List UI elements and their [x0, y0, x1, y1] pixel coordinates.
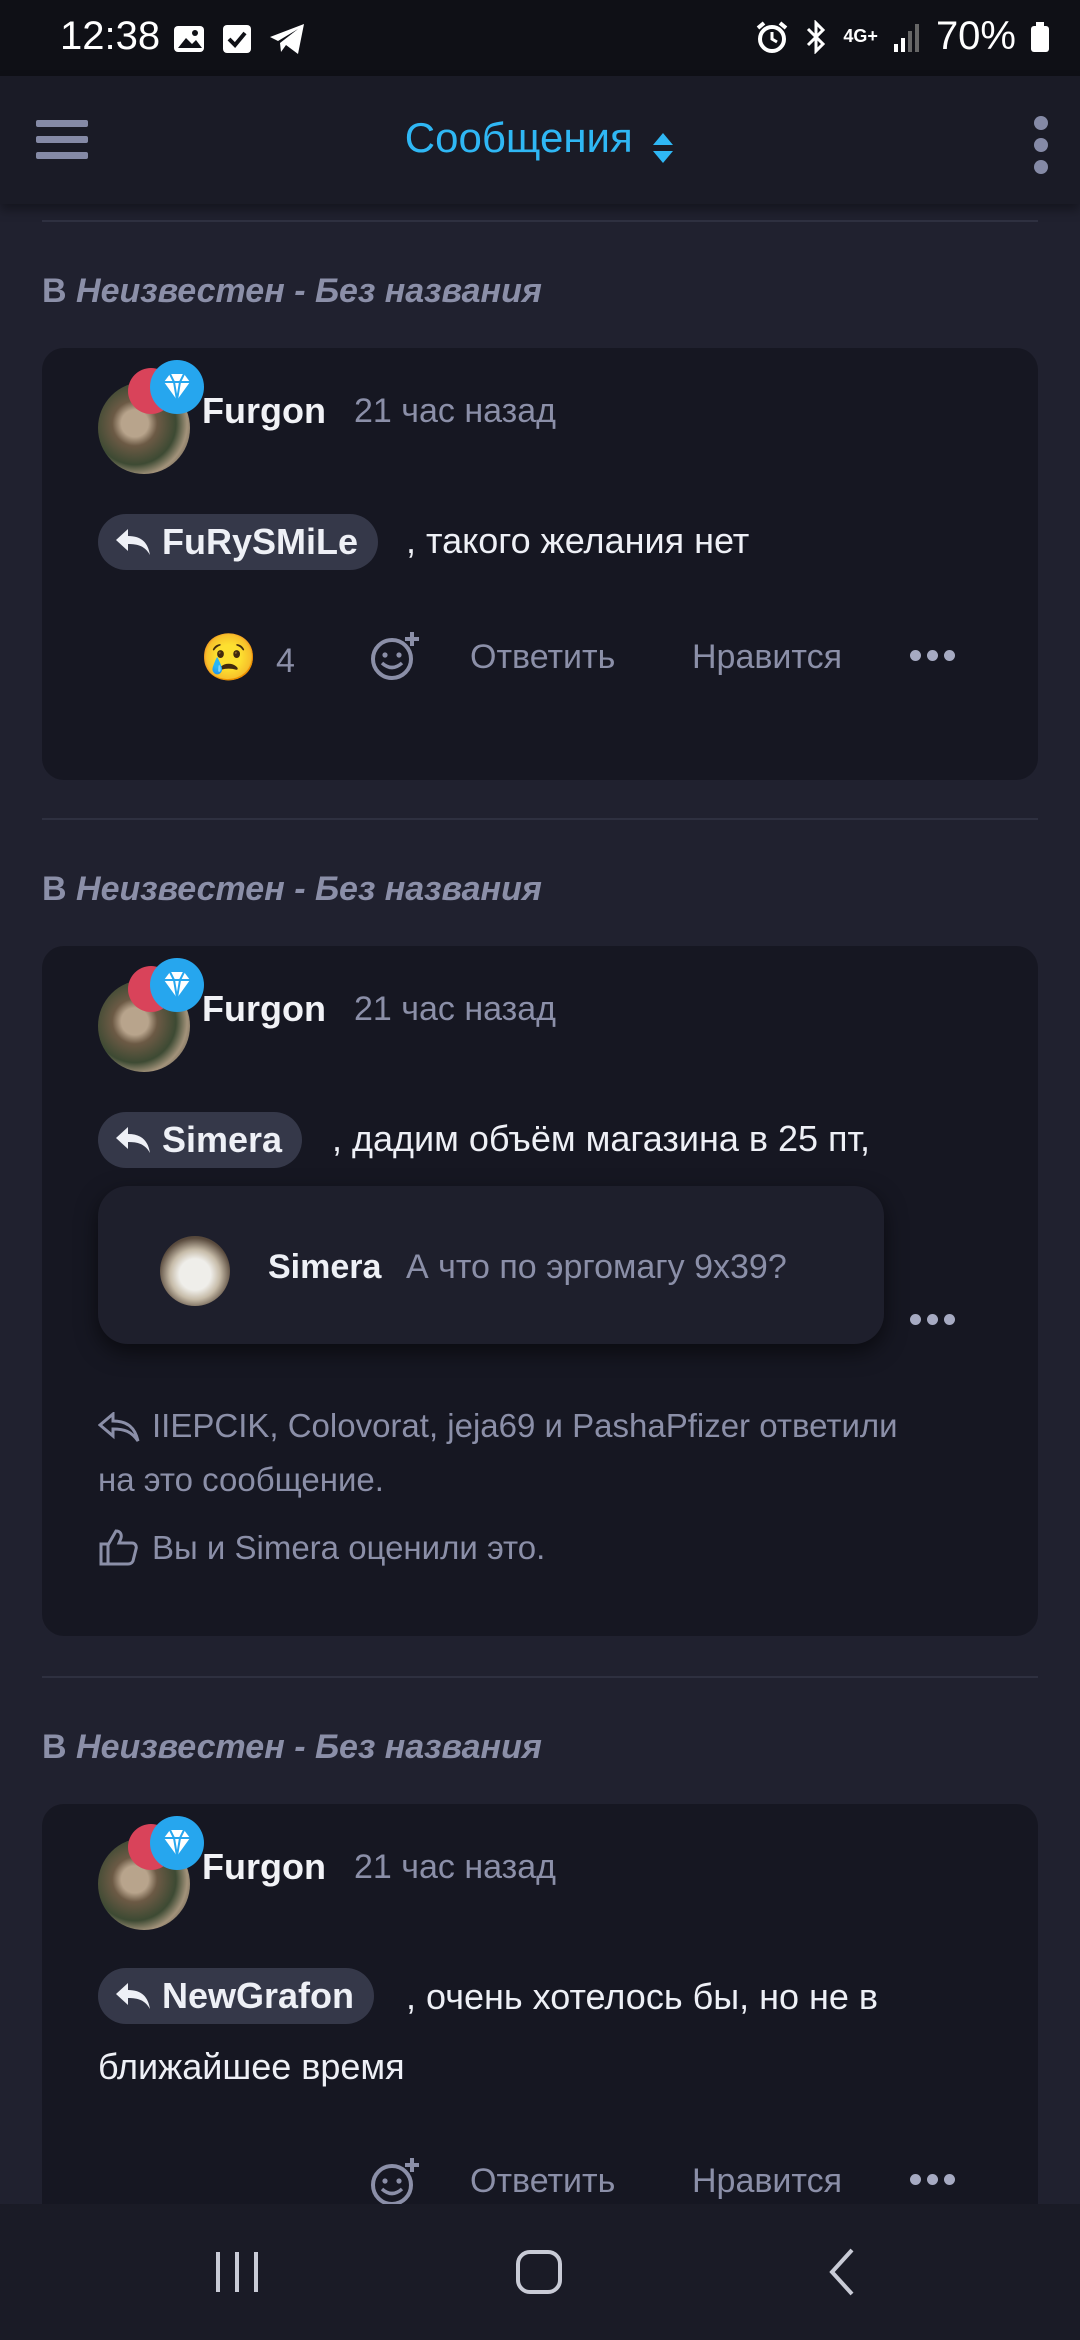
reply-arrow-icon	[116, 1127, 150, 1153]
notification-icons	[172, 22, 306, 56]
diamond-icon	[150, 1816, 204, 1870]
quote-author: Simera	[268, 1248, 382, 1286]
reply-arrow-icon	[116, 529, 150, 555]
battery-percent: 70%	[935, 14, 1016, 58]
like-button[interactable]: Нравится	[692, 2162, 842, 2201]
network-type: 4G+	[843, 26, 878, 46]
app-bar: Сообщения	[0, 76, 1080, 204]
mention-name: NewGrafon	[162, 1975, 355, 2016]
mention-chip[interactable]: Simera	[98, 1112, 303, 1168]
post-context[interactable]: В Неизвестен - Без названия	[42, 1728, 542, 1767]
recent-apps-icon[interactable]	[212, 2248, 262, 2296]
quote-avatar	[160, 1236, 230, 1306]
mention-chip[interactable]: NewGrafon	[98, 1968, 375, 2024]
status-time: 12:38	[60, 14, 161, 58]
liked-by-text[interactable]: Вы и Simera оценили это.	[152, 1520, 545, 1576]
add-reaction-icon[interactable]	[370, 630, 422, 682]
back-icon[interactable]	[818, 2248, 868, 2296]
telegram-icon	[270, 24, 304, 54]
home-icon[interactable]	[514, 2248, 564, 2296]
divider	[42, 818, 1038, 820]
reply-arrow-icon	[116, 1983, 150, 2009]
diamond-icon	[150, 360, 204, 414]
status-bar: 12:38 4G+ 70%	[0, 0, 1080, 76]
post-context[interactable]: В Неизвестен - Без названия	[42, 870, 542, 909]
more-options-icon[interactable]	[1034, 116, 1050, 182]
mention-name: FuRySMiLe	[162, 521, 359, 562]
add-reaction-icon[interactable]	[370, 2156, 422, 2204]
crying-emoji-reaction[interactable]: 😢	[200, 630, 257, 685]
alarm-icon	[757, 20, 788, 53]
reply-button[interactable]: Ответить	[470, 2162, 615, 2201]
title-dropdown[interactable]: Сообщения	[0, 114, 1080, 166]
reply-button[interactable]: Ответить	[470, 638, 615, 677]
mention-name: Simera	[162, 1119, 283, 1160]
mention-chip[interactable]: FuRySMiLe	[98, 514, 379, 570]
post-card: Furgon 21 час назад NewGrafon , очень хо…	[42, 1804, 1038, 2204]
page-title: Сообщения	[404, 114, 633, 161]
reaction-count: 4	[276, 642, 295, 680]
checkbox-icon	[223, 25, 251, 53]
thumbs-up-icon	[99, 1529, 138, 1566]
author-name[interactable]: Furgon	[202, 1846, 326, 1888]
diamond-icon	[150, 958, 204, 1012]
system-icons: 4G+ 70%	[755, 14, 1050, 59]
message-text: , такого желания нет	[406, 520, 750, 561]
battery-icon	[1031, 21, 1049, 52]
post-time: 21 час назад	[354, 990, 556, 1028]
gallery-icon	[174, 26, 204, 52]
quote-popup[interactable]: Simera А что по эргомагу 9х39?	[98, 1186, 884, 1344]
message-text: , дадим объём магазина в 25 пт,	[332, 1118, 871, 1159]
author-name[interactable]: Furgon	[202, 390, 326, 432]
post-time: 21 час назад	[354, 1848, 556, 1886]
post-card: Furgon 21 час назад FuRySMiLe , такого ж…	[42, 348, 1038, 780]
post-time: 21 час назад	[354, 392, 556, 430]
author-name[interactable]: Furgon	[202, 988, 326, 1030]
replied-by-text[interactable]: IIEPCIK, Colovorat, jeja69 и PashaPfizer…	[152, 1398, 898, 1454]
post-context[interactable]: В Неизвестен - Без названия	[42, 272, 542, 311]
divider	[42, 220, 1038, 222]
system-nav-bar	[0, 2204, 1080, 2340]
like-button[interactable]: Нравится	[692, 638, 842, 677]
sort-arrows-icon	[653, 132, 674, 163]
replies-arrow-icon	[98, 1412, 140, 1442]
signal-icon	[893, 23, 919, 52]
message-text: , очень хотелось бы, но не в	[406, 1976, 879, 2017]
replied-by-text-2[interactable]: на это сообщение.	[98, 1452, 384, 1508]
post-more-icon[interactable]	[910, 650, 955, 661]
post-more-icon[interactable]	[910, 2174, 955, 2185]
quote-text: А что по эргомагу 9х39?	[406, 1248, 787, 1286]
message-text-2: ближайшее время	[98, 2046, 405, 2087]
bluetooth-icon	[807, 19, 826, 54]
divider	[42, 1676, 1038, 1678]
post-more-icon[interactable]	[910, 1314, 955, 1325]
message-feed: В Неизвестен - Без названия Furgon 21 ча…	[0, 204, 1080, 2204]
